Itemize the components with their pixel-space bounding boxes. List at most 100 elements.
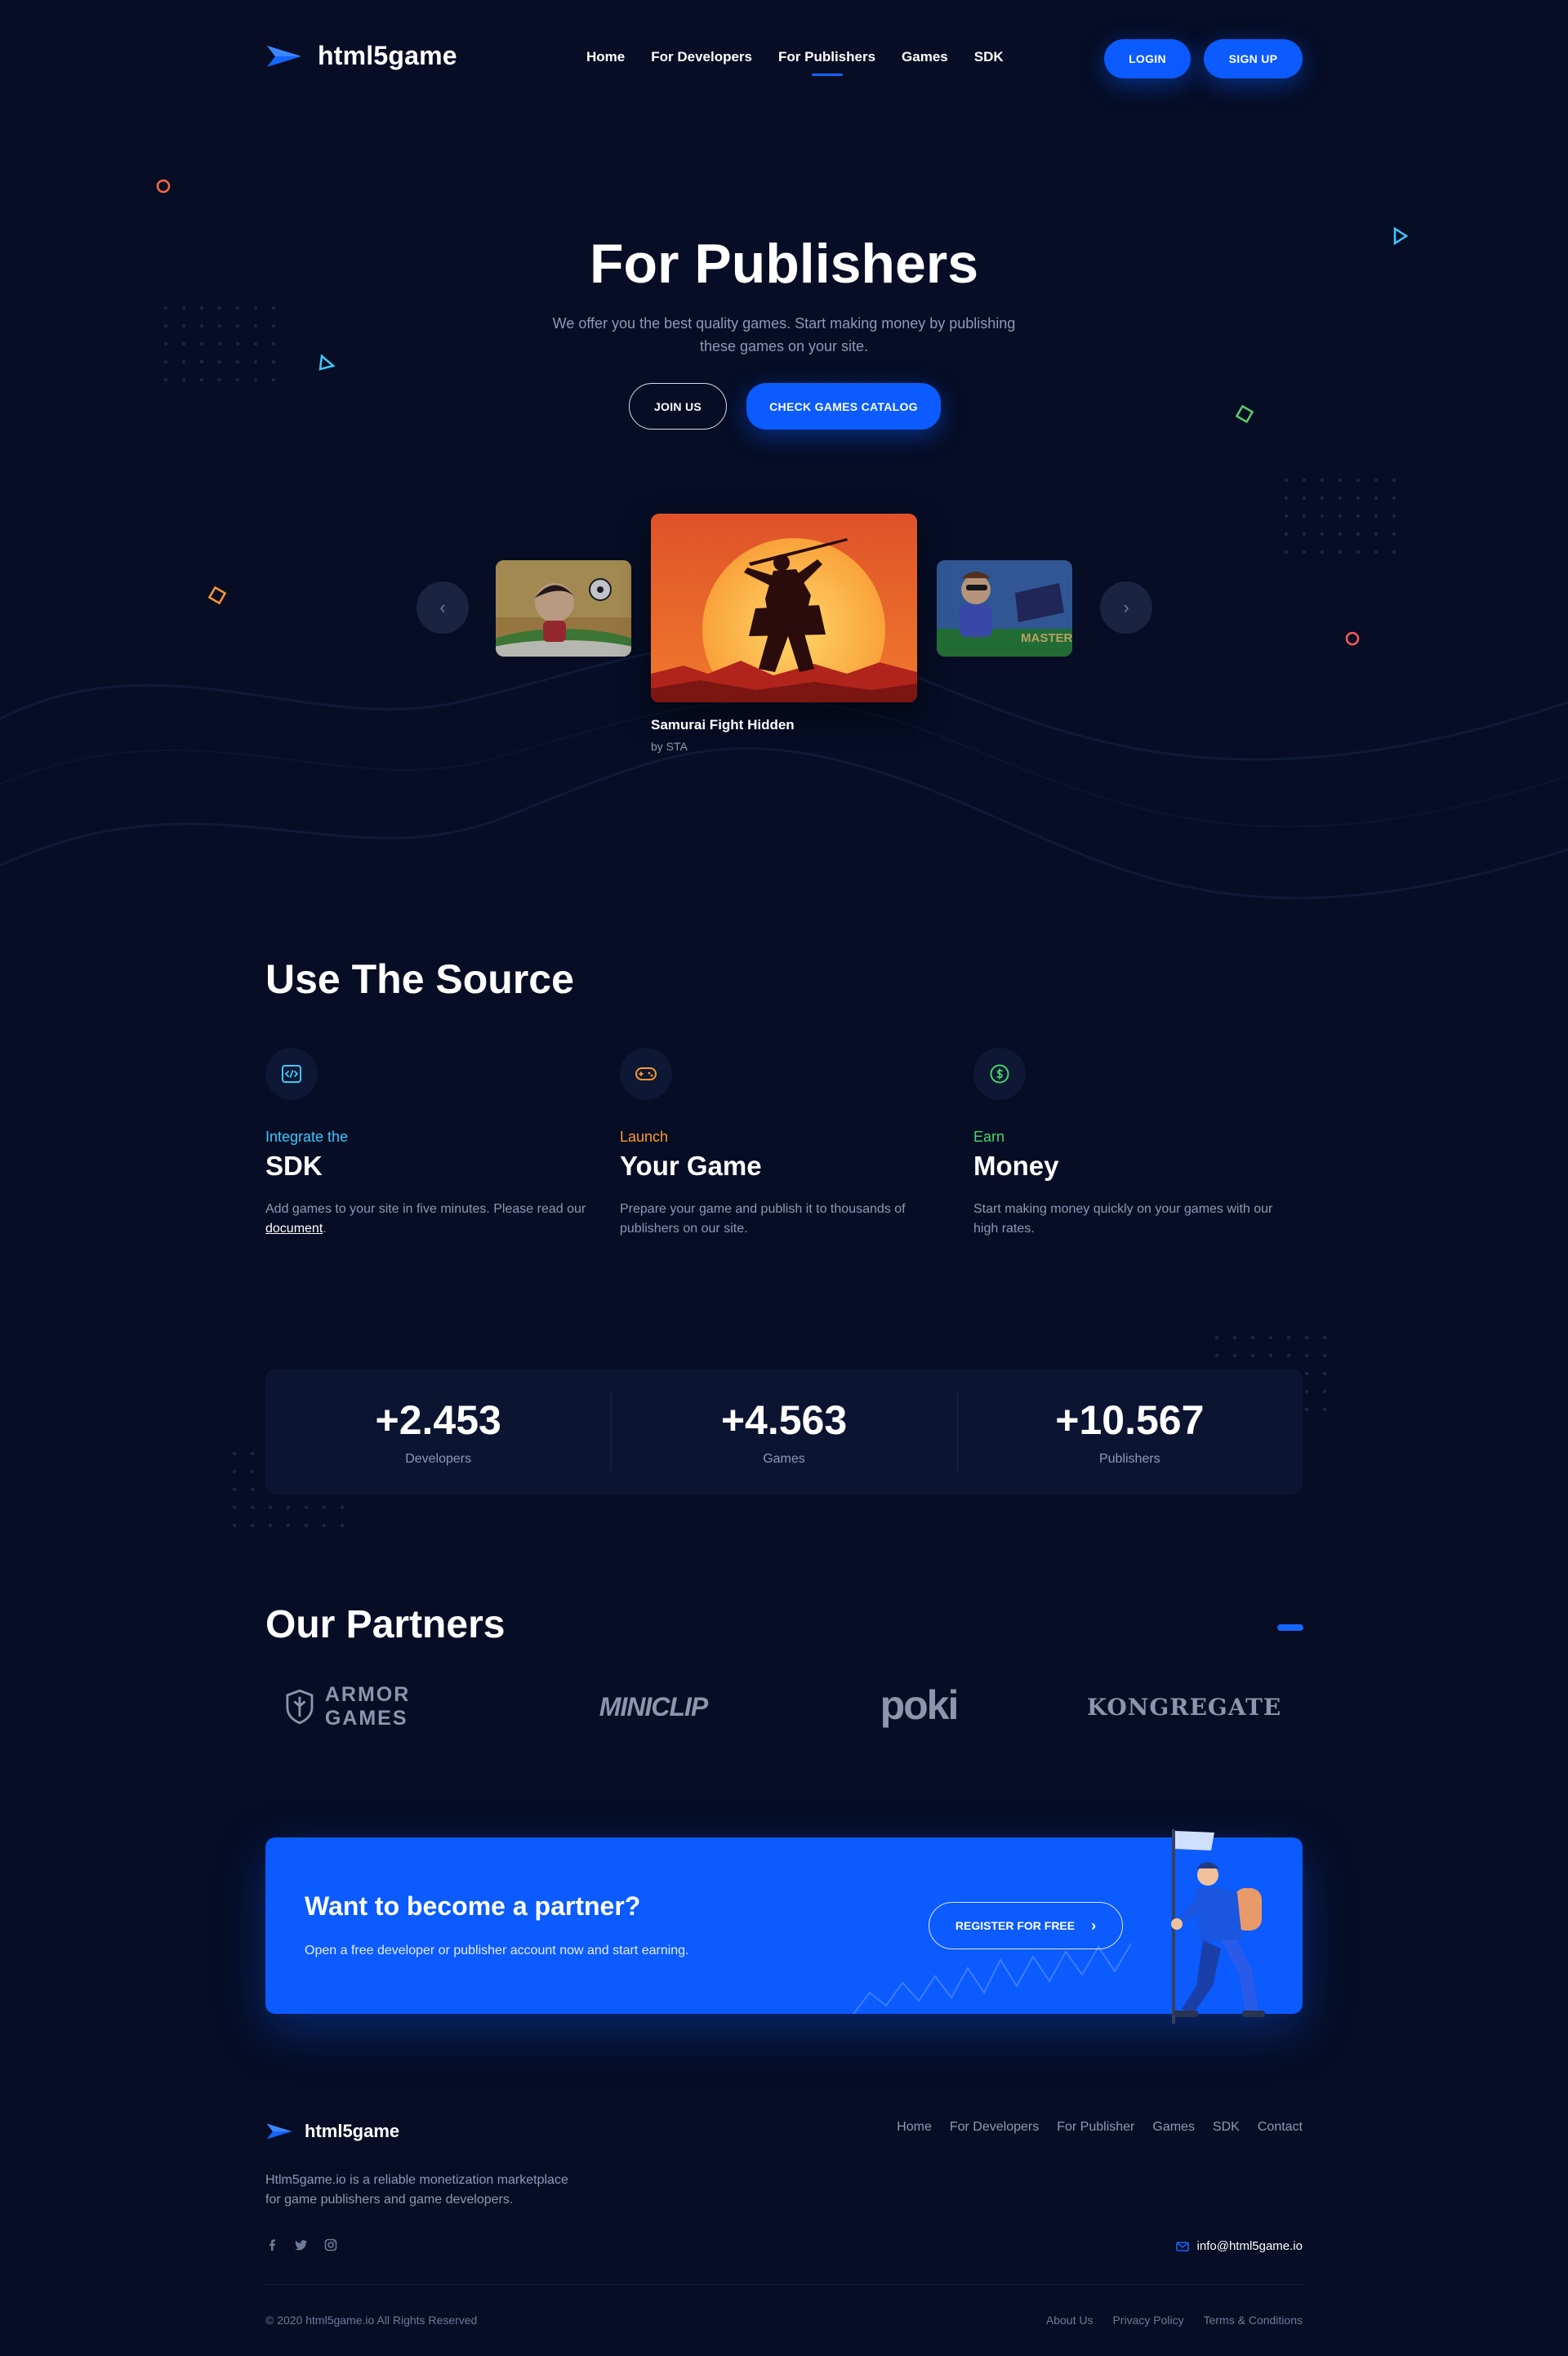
instagram-icon[interactable] (324, 2238, 337, 2251)
privacy-policy-link[interactable]: Privacy Policy (1112, 2314, 1183, 2327)
feature-earn: Earn Money Start making money quickly on… (973, 1048, 1300, 1239)
check-catalog-button[interactable]: CHECK GAMES CATALOG (746, 383, 941, 430)
document-link[interactable]: document (265, 1222, 323, 1236)
about-us-link[interactable]: About Us (1046, 2314, 1094, 2327)
footer-brand-logo[interactable]: html5game (265, 2121, 399, 2142)
footer-nav-for-publisher[interactable]: For Publisher (1057, 2120, 1134, 2135)
stat-games: +4.563 Games (611, 1369, 956, 1494)
partner-miniclip[interactable]: MINICLIP (564, 1684, 743, 1730)
feature-sdk-desc-text: Add games to your site in five minutes. … (265, 1202, 586, 1216)
brand-logo[interactable]: html5game (265, 41, 457, 71)
stat-value: +2.453 (375, 1397, 501, 1443)
stat-publishers: +10.567 Publishers (956, 1369, 1303, 1494)
footer-description: Htlm5game.io is a reliable monetization … (265, 2171, 608, 2210)
soccer-game-image (496, 560, 631, 657)
climber-flag-illustration (1171, 1829, 1265, 2024)
nav-games[interactable]: Games (902, 49, 948, 65)
cta-title: Want to become a partner? (305, 1891, 641, 1921)
feature-earn-kicker: Earn (973, 1129, 1005, 1145)
poki-wordmark: poki (880, 1682, 960, 1728)
nav-sdk[interactable]: SDK (974, 49, 1004, 65)
twitter-icon[interactable] (295, 2238, 308, 2251)
chevron-right-icon: › (1091, 1917, 1097, 1934)
footer-description-line-2: for game publishers and game developers. (265, 2193, 514, 2207)
footer-divider (265, 2284, 1303, 2285)
carousel-prev-button[interactable]: ‹ (416, 581, 469, 634)
stat-value: +4.563 (720, 1397, 848, 1443)
stat-label: Games (763, 1452, 805, 1466)
game-thumb-featured[interactable] (651, 514, 917, 702)
footer-email-text: info@html5game.io (1196, 2239, 1303, 2253)
footer-nav-contact[interactable]: Contact (1258, 2120, 1303, 2135)
hero-subtitle-line-1: We offer you the best quality games. Sta… (552, 315, 1016, 332)
dollar-icon (990, 1064, 1009, 1084)
stat-value: +10.567 (1055, 1397, 1205, 1443)
footer-nav-home[interactable]: Home (897, 2120, 932, 2135)
partner-poki[interactable]: poki (833, 1677, 1004, 1733)
gamepad-icon (635, 1067, 657, 1080)
stat-developers: +2.453 Developers (265, 1369, 611, 1494)
partner-armor-games[interactable]: ARMOR GAMES (286, 1683, 490, 1730)
feature-earn-desc: Start making money quickly on your games… (973, 1202, 1273, 1236)
nav-for-developers[interactable]: For Developers (651, 49, 752, 65)
footer-description-line-1: Htlm5game.io is a reliable monetization … (265, 2173, 568, 2187)
featured-game-author: by STA (651, 740, 688, 753)
game-thumb-soccer[interactable] (496, 560, 631, 657)
login-button[interactable]: LOGIN (1104, 39, 1191, 78)
feature-earn-icon-wrap (973, 1048, 1026, 1100)
footer-legal-links: About Us Privacy Policy Terms & Conditio… (1046, 2314, 1303, 2327)
facebook-icon[interactable] (265, 2238, 278, 2251)
shield-icon (286, 1689, 314, 1725)
feature-launch-icon-wrap (620, 1048, 672, 1100)
kongregate-wordmark: KONGREGATE (1086, 1693, 1282, 1721)
footer-nav-games[interactable]: Games (1152, 2120, 1195, 2135)
register-free-label: REGISTER FOR FREE (955, 1919, 1076, 1932)
feature-launch-kicker: Launch (620, 1129, 669, 1145)
social-links (265, 2238, 337, 2251)
feature-sdk-desc-end: . (323, 1222, 327, 1236)
footer-nav-for-developers[interactable]: For Developers (950, 2120, 1039, 2135)
main-nav: Home For Developers For Publishers Games… (586, 49, 1004, 76)
footer-email[interactable]: info@html5game.io (1175, 2239, 1303, 2253)
stats-panel: +2.453 Developers +4.563 Games +10.567 P… (265, 1369, 1303, 1494)
feature-earn-title: Money (973, 1151, 1059, 1181)
hit-masters-logo-text: MASTERS (1021, 631, 1072, 645)
feature-sdk: Integrate the SDK Add games to your site… (265, 1048, 592, 1239)
carousel-next-button[interactable]: › (1100, 581, 1152, 634)
mail-icon (1175, 2241, 1189, 2251)
feature-sdk-title: SDK (265, 1151, 323, 1181)
play-arrow-logo-icon (266, 2123, 292, 2140)
page-title: For Publishers (589, 233, 979, 295)
footer-brand-name: html5game (305, 2121, 400, 2141)
partners-slider-indicator[interactable] (1277, 1624, 1303, 1631)
register-free-button[interactable]: REGISTER FOR FREE › (929, 1902, 1123, 1949)
hero-subtitle-line-2: these games on your site. (699, 338, 869, 354)
miniclip-wordmark: MINICLIP (599, 1691, 708, 1721)
chevron-left-icon: ‹ (439, 597, 446, 617)
partner-cta-banner: Want to become a partner? Open a free de… (265, 1829, 1303, 2024)
terms-conditions-link[interactable]: Terms & Conditions (1204, 2314, 1303, 2327)
armor-games-wordmark: ARMOR GAMES (324, 1683, 411, 1730)
hero-subtitle: We offer you the best quality games. Sta… (523, 312, 1045, 358)
hit-masters-game-image: MASTERS (937, 560, 1072, 657)
feature-launch-desc: Prepare your game and publish it to thou… (620, 1202, 906, 1236)
code-icon (282, 1065, 301, 1083)
footer-nav: Home For Developers For Publisher Games … (897, 2120, 1303, 2135)
signup-button[interactable]: SIGN UP (1204, 39, 1303, 78)
featured-game-title[interactable]: Samurai Fight Hidden (651, 717, 795, 733)
feature-launch: Launch Your Game Prepare your game and p… (620, 1048, 947, 1239)
partner-kongregate[interactable]: KONGREGATE (1078, 1684, 1290, 1730)
nav-home[interactable]: Home (586, 49, 625, 65)
game-thumb-hit-masters[interactable]: MASTERS (937, 560, 1072, 657)
play-arrow-logo-icon (267, 45, 301, 67)
footer-nav-sdk[interactable]: SDK (1213, 2120, 1240, 2135)
join-us-button[interactable]: JOIN US (629, 383, 727, 430)
chevron-right-icon: › (1123, 597, 1129, 617)
nav-for-publishers[interactable]: For Publishers (778, 49, 875, 76)
cta-subtitle: Open a free developer or publisher accou… (305, 1944, 689, 1957)
copyright: © 2020 html5game.io All Rights Reserved (265, 2314, 478, 2327)
feature-sdk-icon-wrap (265, 1048, 318, 1100)
samurai-game-image (651, 514, 917, 702)
feature-sdk-kicker: Integrate the (265, 1129, 349, 1145)
feature-sdk-desc: Add games to your site in five minutes. … (265, 1200, 592, 1239)
